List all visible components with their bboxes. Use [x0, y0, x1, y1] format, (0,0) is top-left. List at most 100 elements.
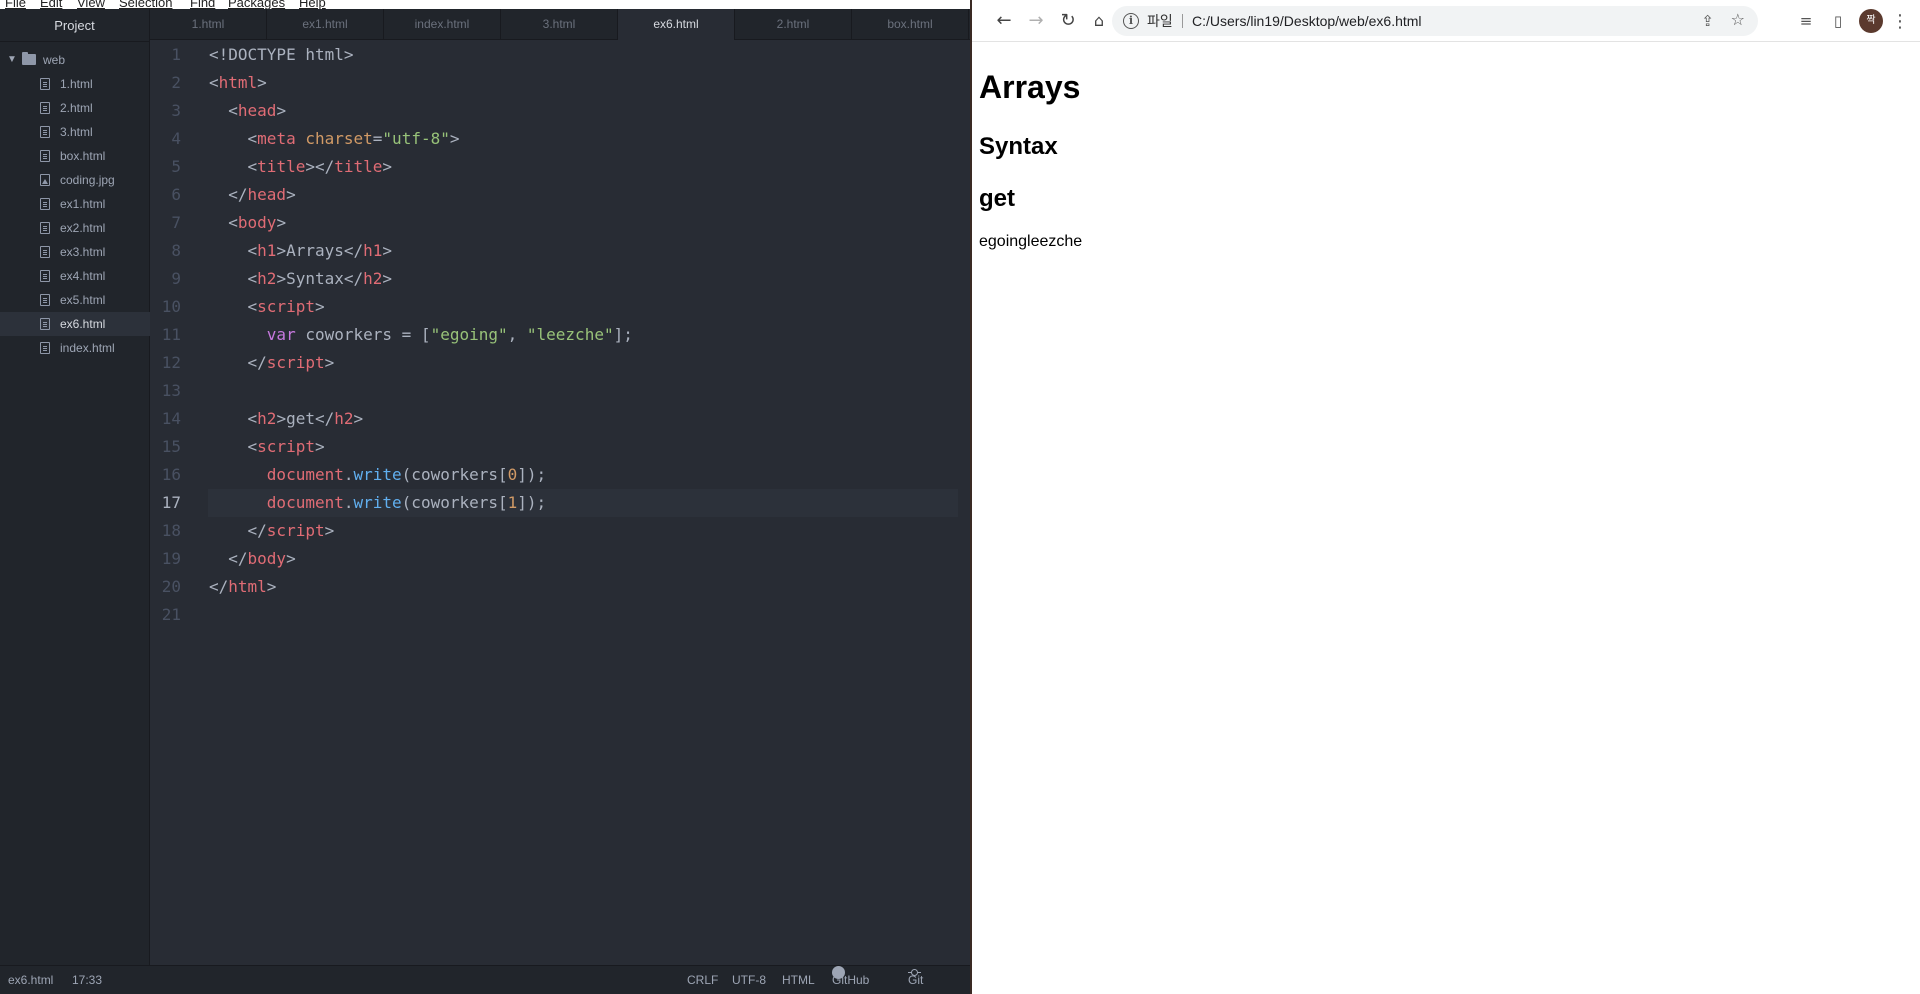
tree-file-ex4-html[interactable]: ex4.html	[0, 264, 150, 288]
tree-file-label: 2.html	[60, 101, 93, 115]
code-line[interactable]: <!DOCTYPE html>	[209, 41, 354, 69]
line-number: 21	[161, 605, 181, 624]
tree-file-ex2-html[interactable]: ex2.html	[0, 216, 150, 240]
tree-file-1-html[interactable]: 1.html	[0, 72, 150, 96]
tree-file-index-html[interactable]: index.html	[0, 336, 150, 360]
code-line[interactable]: <head>	[209, 97, 286, 125]
code-token: h2	[363, 269, 383, 288]
menu-bar: File Edit View Selection Find Packages H…	[0, 0, 970, 9]
tree-file-label: index.html	[60, 341, 115, 355]
code-line[interactable]: </body>	[209, 545, 295, 573]
reading-list-icon[interactable]: ≡	[1796, 11, 1816, 31]
code-token: >Arrays</	[276, 241, 364, 260]
code-token: script	[266, 521, 325, 540]
back-arrow-icon[interactable]: ←	[992, 9, 1016, 33]
code-token: <	[209, 269, 258, 288]
code-token: >	[314, 437, 325, 456]
side-panel-icon[interactable]: ▯	[1828, 11, 1848, 31]
tab-1-html[interactable]: 1.html	[150, 9, 267, 40]
code-line[interactable]: </html>	[209, 573, 276, 601]
page-heading-syntax: Syntax	[979, 133, 1058, 160]
code-token: script	[257, 437, 315, 456]
address-bar[interactable]: i 파일 C:/Users/lin19/Desktop/web/ex6.html…	[1112, 6, 1758, 36]
menu-edit[interactable]: Edit	[40, 0, 62, 9]
tree-file-box-html[interactable]: box.html	[0, 144, 150, 168]
forward-arrow-icon[interactable]: →	[1024, 9, 1048, 33]
status-github-label: GitHub	[832, 973, 870, 987]
avatar[interactable]: 짝	[1859, 9, 1883, 33]
code-token: .	[343, 493, 354, 512]
info-icon[interactable]: i	[1123, 13, 1139, 29]
menu-file[interactable]: File	[5, 0, 26, 9]
code-token: h1	[363, 241, 383, 260]
code-token: >	[257, 73, 267, 92]
code-token: >	[314, 297, 325, 316]
status-file-name[interactable]: ex6.html	[8, 966, 53, 994]
code-token: <	[209, 437, 258, 456]
menu-selection[interactable]: Selection	[119, 0, 172, 9]
tab-2-html[interactable]: 2.html	[735, 9, 852, 40]
tab-ex1-html[interactable]: ex1.html	[267, 9, 384, 40]
tree-file-label: 3.html	[60, 125, 93, 139]
tab-3-html[interactable]: 3.html	[501, 9, 618, 40]
more-menu-icon[interactable]: ⋮	[1890, 9, 1910, 33]
status-line-ending[interactable]: CRLF	[687, 966, 718, 994]
menu-view[interactable]: View	[77, 0, 105, 9]
code-line[interactable]: <script>	[209, 293, 325, 321]
tree-file-ex1-html[interactable]: ex1.html	[0, 192, 150, 216]
tree-file-ex5-html[interactable]: ex5.html	[0, 288, 150, 312]
share-icon[interactable]: ⇪	[1701, 12, 1714, 30]
code-line[interactable]: <h2>get</h2>	[209, 405, 364, 433]
home-icon[interactable]: ⌂	[1087, 9, 1111, 33]
chevron-down-icon: ▼	[7, 54, 17, 65]
menu-help[interactable]: Help	[299, 0, 326, 9]
code-line[interactable]: <h1>Arrays</h1>	[209, 237, 393, 265]
tree-file-ex3-html[interactable]: ex3.html	[0, 240, 150, 264]
status-encoding[interactable]: UTF-8	[732, 966, 766, 994]
folder-web[interactable]: ▼ web	[0, 48, 150, 72]
code-token: ></	[305, 157, 335, 176]
project-tree: Project ▼ web 1.html 2.html 3.html box.h…	[0, 9, 150, 965]
code-line[interactable]: <meta charset="utf-8">	[209, 125, 460, 153]
code-token: "utf-8"	[382, 129, 450, 148]
address-url[interactable]: C:/Users/lin19/Desktop/web/ex6.html	[1192, 6, 1422, 36]
tree-file-ex6-html[interactable]: ex6.html	[0, 312, 150, 336]
code-line[interactable]: document.write(coworkers[0]);	[209, 461, 546, 489]
reload-icon[interactable]: ↻	[1056, 9, 1080, 33]
bookmark-star-icon[interactable]: ☆	[1731, 10, 1745, 29]
code-token: h2	[257, 409, 277, 428]
code-token: >	[324, 353, 335, 372]
code-line[interactable]: <html>	[209, 69, 267, 97]
tab-ex6-html[interactable]: ex6.html	[618, 9, 735, 41]
tab-box-html[interactable]: box.html	[852, 9, 969, 40]
code-token: </	[209, 185, 248, 204]
code-token: script	[266, 353, 325, 372]
tree-file-2-html[interactable]: 2.html	[0, 96, 150, 120]
tab-index-html[interactable]: index.html	[384, 9, 501, 40]
code-line[interactable]: <script>	[209, 433, 325, 461]
code-line[interactable]: <title></title>	[209, 153, 393, 181]
line-number: 17	[161, 493, 181, 512]
menu-packages[interactable]: Packages	[228, 0, 285, 9]
menu-find[interactable]: Find	[190, 0, 215, 9]
code-token: ]);	[517, 493, 547, 512]
status-grammar[interactable]: HTML	[782, 966, 815, 994]
code-line[interactable]: var coworkers = ["egoing", "leezche"];	[209, 321, 633, 349]
code-line[interactable]: </script>	[209, 349, 335, 377]
code-line[interactable]: <h2>Syntax</h2>	[209, 265, 393, 293]
tree-file-coding-jpg[interactable]: coding.jpg	[0, 168, 150, 192]
browser-toolbar: ← → ↻ ⌂ i 파일 C:/Users/lin19/Desktop/web/…	[972, 0, 1920, 42]
code-token: h1	[257, 241, 277, 260]
tree-file-label: ex6.html	[60, 317, 106, 331]
code-line[interactable]: </head>	[209, 181, 295, 209]
status-cursor-position[interactable]: 17:33	[72, 966, 102, 994]
code-token: <	[209, 129, 258, 148]
line-number: 18	[161, 521, 181, 540]
folder-icon	[22, 52, 36, 65]
tree-file-3-html[interactable]: 3.html	[0, 120, 150, 144]
code-line[interactable]: </script>	[209, 517, 335, 545]
project-tree-header: Project	[0, 9, 149, 42]
code-line[interactable]: document.write(coworkers[1]);	[209, 489, 546, 517]
code-line[interactable]: <body>	[209, 209, 286, 237]
code-editor[interactable]: 1 <!DOCTYPE html> 2 <html> 3 <head> 4 <meta c…	[150, 40, 970, 965]
